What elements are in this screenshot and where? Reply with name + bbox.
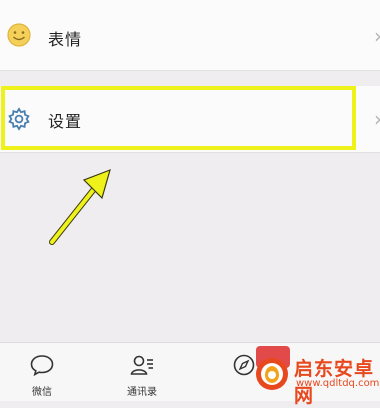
menu-item-label: 表情 — [48, 30, 83, 49]
menu-item-emoji[interactable]: 表情 › — [0, 0, 380, 71]
smiley-icon — [6, 22, 32, 48]
menu-item-settings[interactable]: 设置 › — [0, 86, 380, 153]
menu-item-label: 设置 — [48, 112, 83, 131]
tab-chats[interactable]: 微信 — [12, 343, 72, 401]
chat-bubble-icon — [30, 355, 54, 377]
watermark: 启东安卓网 www.qdltdq.com — [250, 346, 380, 407]
watermark-logo-icon — [256, 358, 288, 390]
pointer-arrow-icon — [49, 169, 111, 245]
watermark-url: www.qdltdq.com — [296, 378, 380, 389]
tab-contacts[interactable]: 通讯录 — [112, 343, 172, 401]
gear-icon — [6, 106, 32, 132]
tab-label: 通讯录 — [127, 387, 157, 398]
chevron-right-icon: › — [374, 107, 380, 131]
contacts-icon — [130, 355, 153, 375]
tab-label: 微信 — [32, 387, 52, 398]
chevron-right-icon: › — [374, 24, 380, 48]
